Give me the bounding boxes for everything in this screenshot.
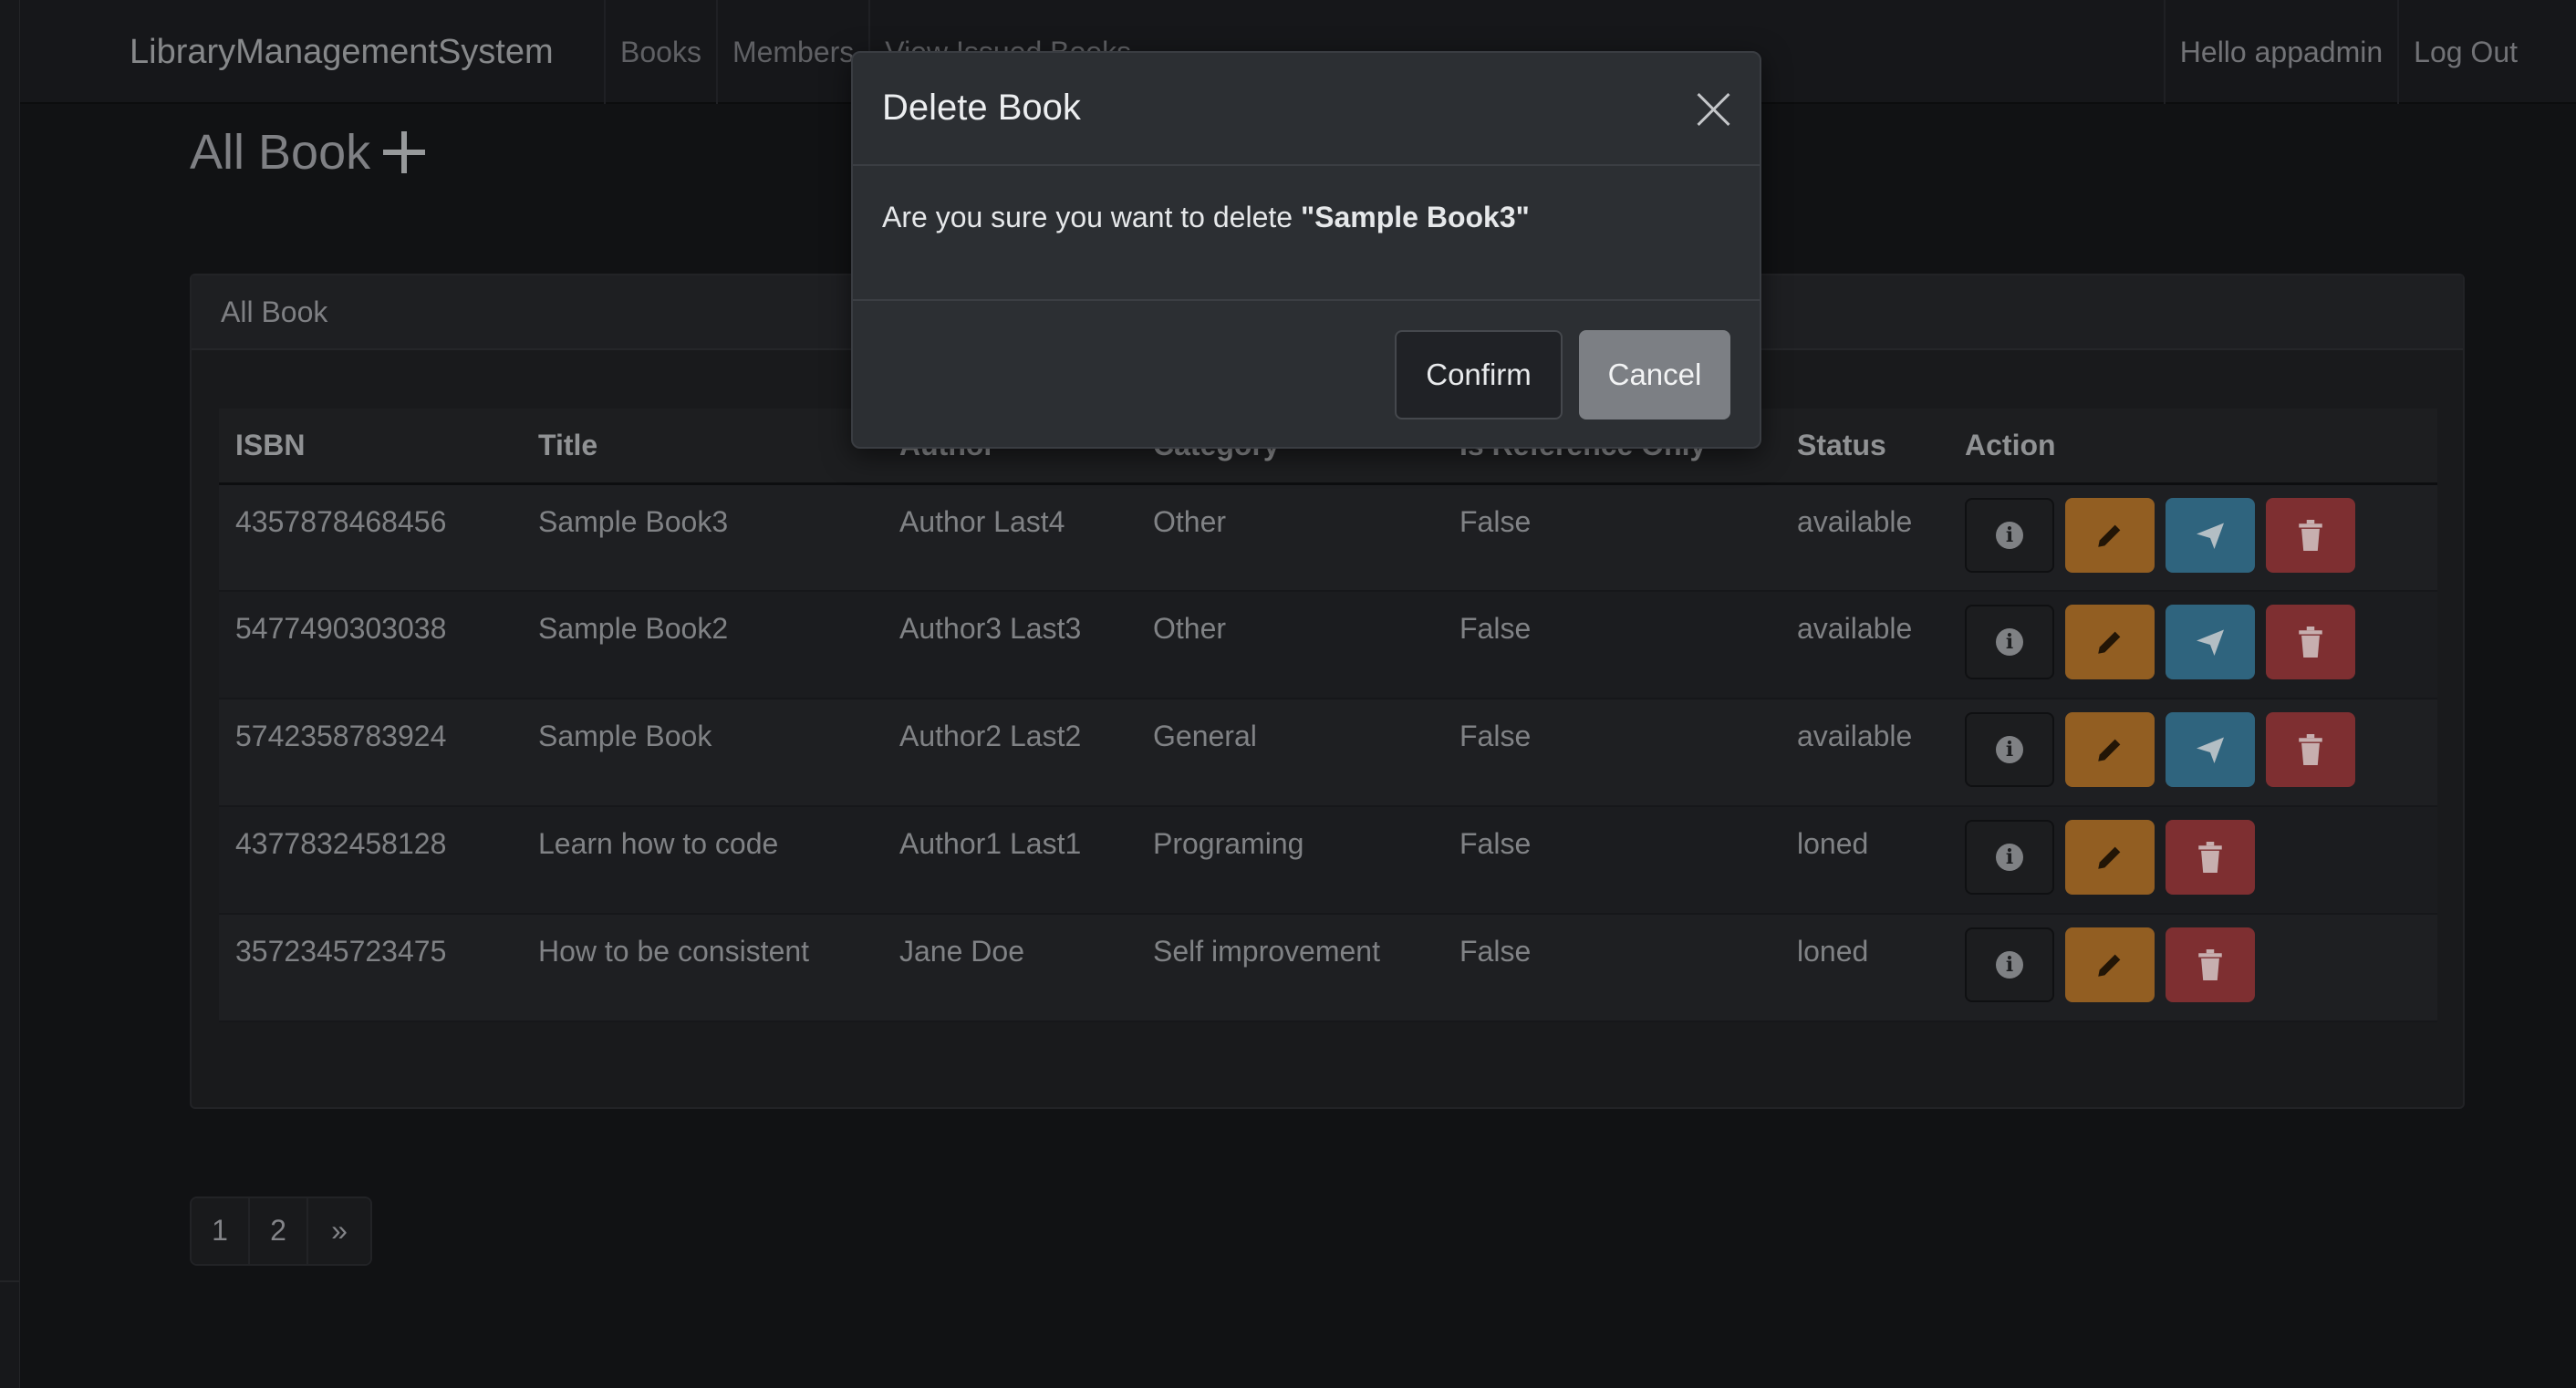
modal-title: Delete Book bbox=[882, 88, 1081, 128]
modal-header: Delete Book bbox=[853, 53, 1760, 166]
confirm-button[interactable]: Confirm bbox=[1395, 330, 1563, 420]
close-icon[interactable] bbox=[1696, 91, 1732, 128]
cancel-button[interactable]: Cancel bbox=[1579, 330, 1730, 420]
modal-book-name: "Sample Book3" bbox=[1300, 201, 1530, 233]
modal-body: Are you sure you want to delete "Sample … bbox=[853, 166, 1760, 301]
modal-footer: Confirm Cancel bbox=[853, 301, 1760, 447]
modal-message: Are you sure you want to delete bbox=[882, 201, 1301, 233]
delete-book-modal: Delete Book Are you sure you want to del… bbox=[851, 51, 1761, 449]
